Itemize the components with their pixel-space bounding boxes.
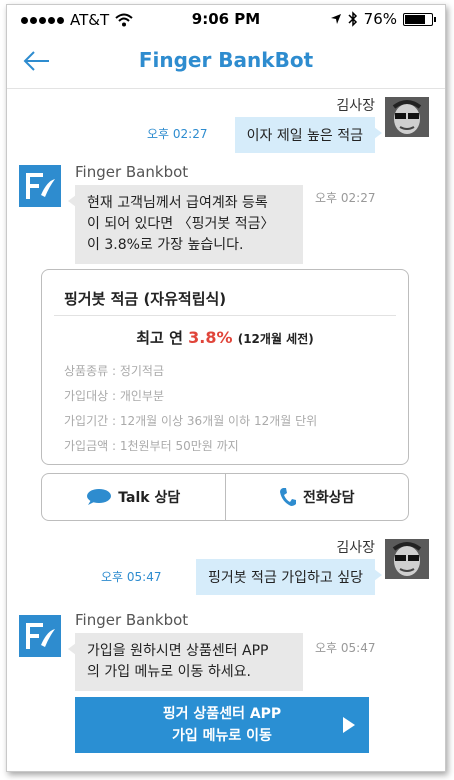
consult-actions: Talk 상담 전화상담 (41, 473, 409, 521)
user-message-bubble: 이자 제일 높은 적금 (234, 117, 383, 153)
battery-percent: 76% (363, 10, 397, 28)
bot-message-bubble: 가입을 원하시면 상품센터 APP 의 가입 메뉴로 이동 하세요. (68, 633, 303, 691)
chat-bubble-icon (87, 489, 112, 505)
bot-message-line: 가입을 원하시면 상품센터 APP (87, 643, 269, 659)
bot-logo-icon (19, 165, 61, 207)
user-name: 김사장 (336, 98, 375, 114)
talk-consult-button[interactable]: Talk 상담 (42, 474, 225, 520)
product-detail-eligibility: 가입대상 : 개인부분 (64, 389, 164, 403)
location-arrow-icon (330, 14, 341, 24)
user-avatar[interactable] (385, 539, 429, 579)
status-bar: AT&T 9:06 PM 76% (7, 5, 445, 35)
cta-line-1: 핑거 상품센터 APP (162, 706, 282, 722)
user-message-bubble: 핑거봇 적금 가입하고 싶당 (195, 559, 383, 595)
page-title: Finger BankBot (138, 48, 314, 72)
talk-consult-label: Talk 상담 (118, 490, 181, 506)
chat-header: Finger BankBot (7, 35, 445, 89)
user-name: 김사장 (336, 540, 375, 556)
bot-logo-icon (19, 615, 61, 657)
bot-name: Finger Bankbot (75, 611, 189, 629)
message-time: 오후 05:47 (315, 641, 376, 655)
product-rate: 최고 연 3.8% (12개월 세전) (42, 327, 408, 348)
cta-line-2: 가입 메뉴로 이동 (172, 728, 272, 744)
bot-message-line: 현재 고객님께서 급여계좌 등록 (87, 195, 268, 211)
message-time: 오후 02:27 (147, 127, 208, 141)
message-time: 오후 05:47 (101, 570, 162, 584)
message-time: 오후 02:27 (315, 191, 376, 205)
product-detail-term: 가입기간 : 12개월 이상 36개월 이하 12개월 단위 (64, 414, 318, 428)
bot-message-bubble: 현재 고객님께서 급여계좌 등록 이 되어 있다면 〈핑거봇 적금〉 이 3.8… (68, 185, 303, 264)
battery-icon (403, 12, 436, 26)
rate-value: 3.8% (188, 328, 233, 347)
play-arrow-icon (343, 717, 355, 733)
product-card[interactable]: 핑거봇 적금 (자유적립식) 최고 연 3.8% (12개월 세전) 상품종류 … (41, 269, 409, 465)
status-right: 76% (330, 10, 436, 28)
rate-period: (12개월 세전) (237, 332, 314, 346)
bot-name: Finger Bankbot (75, 163, 189, 181)
product-center-app-button[interactable]: 핑거 상품센터 APP 가입 메뉴로 이동 (75, 697, 369, 753)
product-detail-type: 상품종류 : 정기적금 (64, 364, 164, 378)
bot-message-line: 이 3.8%로 가장 높습니다. (87, 237, 244, 253)
battery-level (405, 14, 425, 24)
bluetooth-icon (348, 11, 357, 27)
rate-prefix: 최고 연 (136, 329, 183, 347)
phone-icon (279, 488, 296, 506)
bot-message-line: 의 가입 메뉴로 이동 하세요. (87, 664, 251, 680)
phone-screen: AT&T 9:06 PM 76% Finger BankBot 김사장 이자 제… (6, 4, 446, 772)
phone-consult-label: 전화상담 (302, 490, 355, 506)
bot-message-line: 이 되어 있다면 〈핑거봇 적금〉 (87, 216, 275, 232)
product-title: 핑거봇 적금 (자유적립식) (64, 290, 227, 308)
phone-consult-button[interactable]: 전화상담 (224, 474, 409, 520)
product-detail-amount: 가입금액 : 1천원부터 50만원 까지 (64, 439, 239, 453)
card-divider (54, 315, 396, 316)
user-avatar[interactable] (385, 97, 429, 137)
